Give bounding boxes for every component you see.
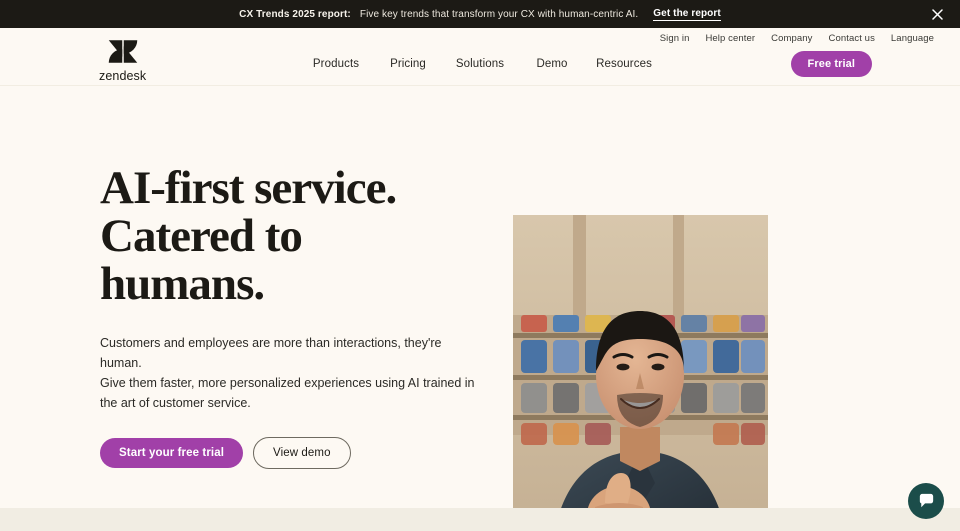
zendesk-z-icon (108, 40, 137, 63)
hero-photo (513, 215, 768, 531)
hero-cta-row: Start your free trial View demo (100, 437, 500, 469)
utility-navigation: Sign in Help center Company Contact us L… (660, 33, 934, 44)
utility-link-language[interactable]: Language (891, 33, 934, 44)
banner-headline: CX Trends 2025 report: (239, 8, 351, 20)
zendesk-wordmark: zendesk (99, 69, 147, 83)
nav-item-resources[interactable]: Resources (588, 54, 660, 74)
nav-item-pricing[interactable]: Pricing (372, 54, 444, 74)
hero-photo-illustration (513, 215, 768, 531)
hero-media: Order #201988 AI Processing (513, 215, 768, 531)
announcement-banner: CX Trends 2025 report: Five key trends t… (0, 0, 960, 28)
banner-description: Five key trends that transform your CX w… (359, 8, 639, 20)
utility-link-company[interactable]: Company (771, 33, 812, 44)
page-title: AI-first service. Catered to humans. (100, 162, 397, 310)
banner-cta-link[interactable]: Get the report (653, 8, 721, 21)
utility-link-help-center[interactable]: Help center (705, 33, 755, 44)
hero-copy: AI-first service. Catered to humans. Cus… (100, 164, 500, 469)
hero-subcopy: Customers and employees are more than in… (100, 336, 475, 410)
main-navigation: Products Pricing Solutions Demo Resource… (300, 54, 660, 74)
utility-link-contact-us[interactable]: Contact us (829, 33, 875, 44)
nav-item-products[interactable]: Products (300, 54, 372, 74)
close-icon[interactable] (926, 3, 948, 25)
chat-bubble-icon (919, 493, 933, 507)
utility-link-sign-in[interactable]: Sign in (660, 33, 690, 44)
zendesk-logo[interactable]: zendesk (99, 37, 146, 83)
view-demo-button[interactable]: View demo (253, 437, 351, 469)
free-trial-button[interactable]: Free trial (790, 51, 872, 77)
hero-section: AI-first service. Catered to humans. Cus… (0, 86, 960, 531)
start-free-trial-button[interactable]: Start your free trial (100, 438, 243, 468)
page-bottom-strip (0, 508, 960, 531)
site-header: Sign in Help center Company Contact us L… (0, 28, 960, 86)
close-icon-glyph (931, 8, 943, 20)
zendesk-homepage: CX Trends 2025 report: Five key trends t… (0, 0, 960, 531)
nav-item-demo[interactable]: Demo (516, 54, 588, 74)
nav-item-solutions[interactable]: Solutions (444, 54, 516, 74)
chat-launcher-button[interactable] (908, 483, 944, 519)
